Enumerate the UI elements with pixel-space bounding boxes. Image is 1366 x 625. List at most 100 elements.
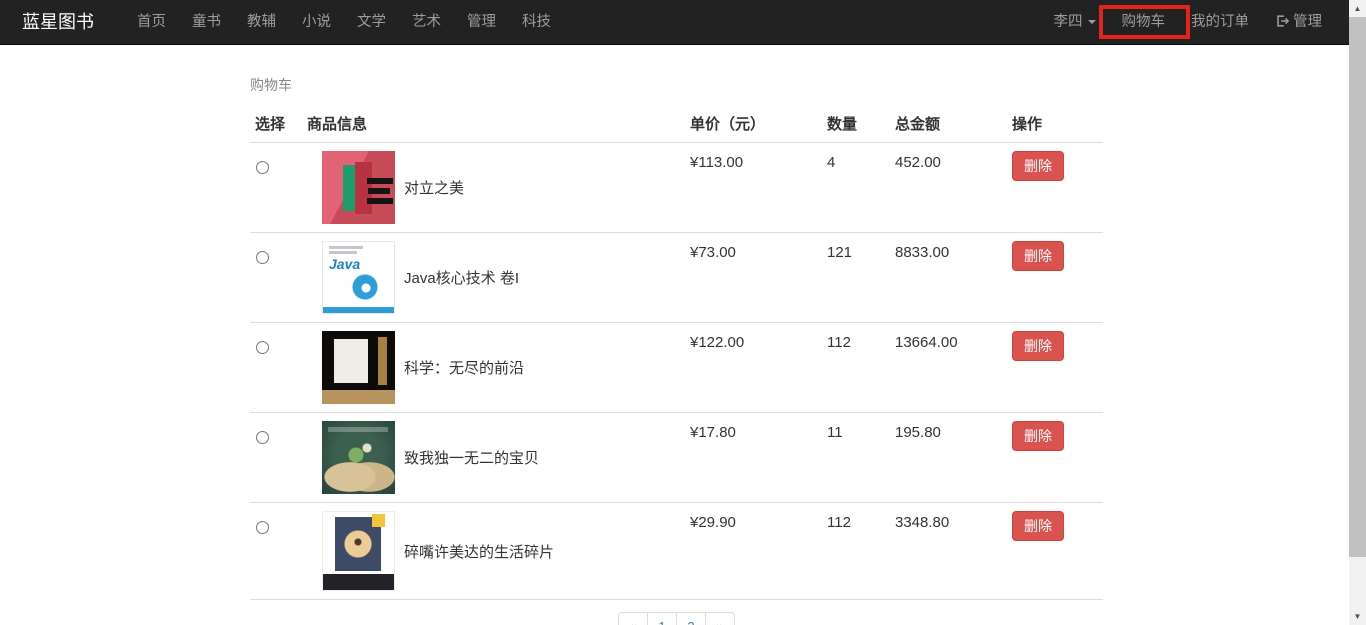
product-cell: 致我独一无二的宝贝: [302, 412, 685, 503]
select-radio[interactable]: [256, 341, 269, 354]
nav-menu-link[interactable]: 小说: [289, 0, 344, 44]
cart-table-row: Java核心技术 卷I ¥73.00 121 8833.00 删除: [250, 232, 1103, 323]
nav-orders-item: 我的订单: [1178, 0, 1262, 44]
product-cell: 科学：无尽的前沿: [302, 322, 685, 413]
scrollbar-thumb[interactable]: [1349, 17, 1366, 557]
nav-menu-item: 童书: [179, 0, 234, 44]
quantity-cell: 112: [822, 322, 890, 413]
book-cover-image: [322, 421, 395, 494]
nav-cart-item: 购物车: [1098, 0, 1190, 44]
cart-table-row: 对立之美 ¥113.00 4 452.00 删除: [250, 142, 1103, 233]
unit-price-cell: ¥113.00: [685, 142, 822, 233]
scroll-down-arrow-icon[interactable]: ▼: [1349, 608, 1366, 625]
pagination-item: »: [705, 612, 735, 625]
nav-menu-item: 科技: [509, 0, 564, 44]
book-title: 对立之美: [404, 180, 465, 197]
book-cover-image: [322, 151, 395, 224]
navbar: 蓝星图书 首页 童书 教辅 小说 文学 艺术 管理 科技 李四 购物车 我的订单: [0, 0, 1366, 45]
select-cell: [250, 232, 302, 323]
select-radio[interactable]: [256, 251, 269, 264]
total-cell: 8833.00: [890, 232, 1007, 323]
nav-menu-link[interactable]: 艺术: [399, 0, 454, 44]
page-title: 购物车: [250, 77, 292, 93]
header-product-info: 商品信息: [302, 105, 685, 143]
select-cell: [250, 322, 302, 413]
pagination-wrap: « 1 2 »: [250, 612, 1103, 625]
product-cell: Java核心技术 卷I: [302, 232, 685, 323]
cart-table-row: 致我独一无二的宝贝 ¥17.80 11 195.80 删除: [250, 412, 1103, 503]
total-cell: 13664.00: [890, 322, 1007, 413]
nav-menu-link[interactable]: 科技: [509, 0, 564, 44]
nav-menu-link[interactable]: 首页: [124, 0, 179, 44]
action-cell: 删除: [1007, 232, 1103, 323]
delete-button[interactable]: 删除: [1012, 151, 1064, 181]
user-dropdown-toggle[interactable]: 李四: [1041, 0, 1109, 44]
total-cell: 195.80: [890, 412, 1007, 503]
quantity-cell: 112: [822, 502, 890, 600]
pagination-item: 2: [676, 612, 706, 625]
select-cell: [250, 142, 302, 233]
action-cell: 删除: [1007, 412, 1103, 503]
nav-menu-link[interactable]: 教辅: [234, 0, 289, 44]
unit-price-cell: ¥17.80: [685, 412, 822, 503]
brand-link[interactable]: 蓝星图书: [10, 0, 106, 44]
delete-button[interactable]: 删除: [1012, 511, 1064, 541]
vertical-scrollbar[interactable]: ▲ ▼: [1349, 0, 1366, 625]
main-content: 购物车 选择 商品信息 单价（元） 数量 总金额 操作 对立之美 ¥113.00…: [250, 45, 1103, 625]
action-cell: 删除: [1007, 502, 1103, 600]
nav-admin-item: 管理: [1262, 0, 1335, 44]
admin-logout-link[interactable]: 管理: [1262, 0, 1335, 44]
navbar-right-menu: 李四 购物车 我的订单 管理: [1041, 0, 1336, 44]
header-actions: 操作: [1007, 105, 1103, 143]
product-cell: 碎嘴许美达的生活碎片: [302, 502, 685, 600]
select-radio[interactable]: [256, 161, 269, 174]
product-cell: 对立之美: [302, 142, 685, 233]
select-radio[interactable]: [256, 521, 269, 534]
book-cover-image: [322, 331, 395, 404]
scroll-up-arrow-icon[interactable]: ▲: [1349, 0, 1366, 17]
user-dropdown: 李四: [1041, 0, 1109, 44]
nav-menu-link[interactable]: 童书: [179, 0, 234, 44]
pagination-link[interactable]: »: [705, 612, 735, 625]
select-radio[interactable]: [256, 431, 269, 444]
nav-menu-item: 文学: [344, 0, 399, 44]
pagination: « 1 2 »: [618, 612, 735, 625]
nav-menu-item: 管理: [454, 0, 509, 44]
cart-table-row: 碎嘴许美达的生活碎片 ¥29.90 112 3348.80 删除: [250, 502, 1103, 600]
book-cover-image: [322, 241, 395, 314]
nav-menu-link[interactable]: 文学: [344, 0, 399, 44]
user-name: 李四: [1053, 14, 1083, 30]
quantity-cell: 121: [822, 232, 890, 323]
delete-button[interactable]: 删除: [1012, 421, 1064, 451]
total-cell: 3348.80: [890, 502, 1007, 600]
nav-menu-item: 教辅: [234, 0, 289, 44]
nav-menu-link[interactable]: 管理: [454, 0, 509, 44]
pagination-link[interactable]: 1: [647, 612, 677, 625]
unit-price-cell: ¥122.00: [685, 322, 822, 413]
delete-button[interactable]: 删除: [1012, 241, 1064, 271]
pagination-link[interactable]: «: [618, 612, 648, 625]
pagination-link[interactable]: 2: [676, 612, 706, 625]
total-cell: 452.00: [890, 142, 1007, 233]
select-cell: [250, 502, 302, 600]
quantity-cell: 11: [822, 412, 890, 503]
header-select: 选择: [250, 105, 302, 143]
unit-price-cell: ¥29.90: [685, 502, 822, 600]
book-title: 碎嘴许美达的生活碎片: [404, 543, 555, 561]
orders-link[interactable]: 我的订单: [1178, 0, 1262, 44]
book-title: 科学：无尽的前沿: [404, 360, 525, 377]
nav-menu-item: 艺术: [399, 0, 454, 44]
pagination-item: «: [618, 612, 648, 625]
cart-table: 选择 商品信息 单价（元） 数量 总金额 操作 对立之美 ¥113.00 4 4…: [250, 105, 1103, 600]
navbar-menu: 首页 童书 教辅 小说 文学 艺术 管理 科技: [124, 0, 564, 44]
book-cover-image: [322, 511, 395, 591]
quantity-cell: 4: [822, 142, 890, 233]
header-unit-price: 单价（元）: [685, 105, 822, 143]
book-title: 致我独一无二的宝贝: [404, 450, 540, 467]
pagination-item: 1: [647, 612, 677, 625]
header-quantity: 数量: [822, 105, 890, 143]
cart-link[interactable]: 购物车: [1109, 0, 1179, 44]
cart-table-row: 科学：无尽的前沿 ¥122.00 112 13664.00 删除: [250, 322, 1103, 413]
delete-button[interactable]: 删除: [1012, 331, 1064, 361]
select-cell: [250, 412, 302, 503]
